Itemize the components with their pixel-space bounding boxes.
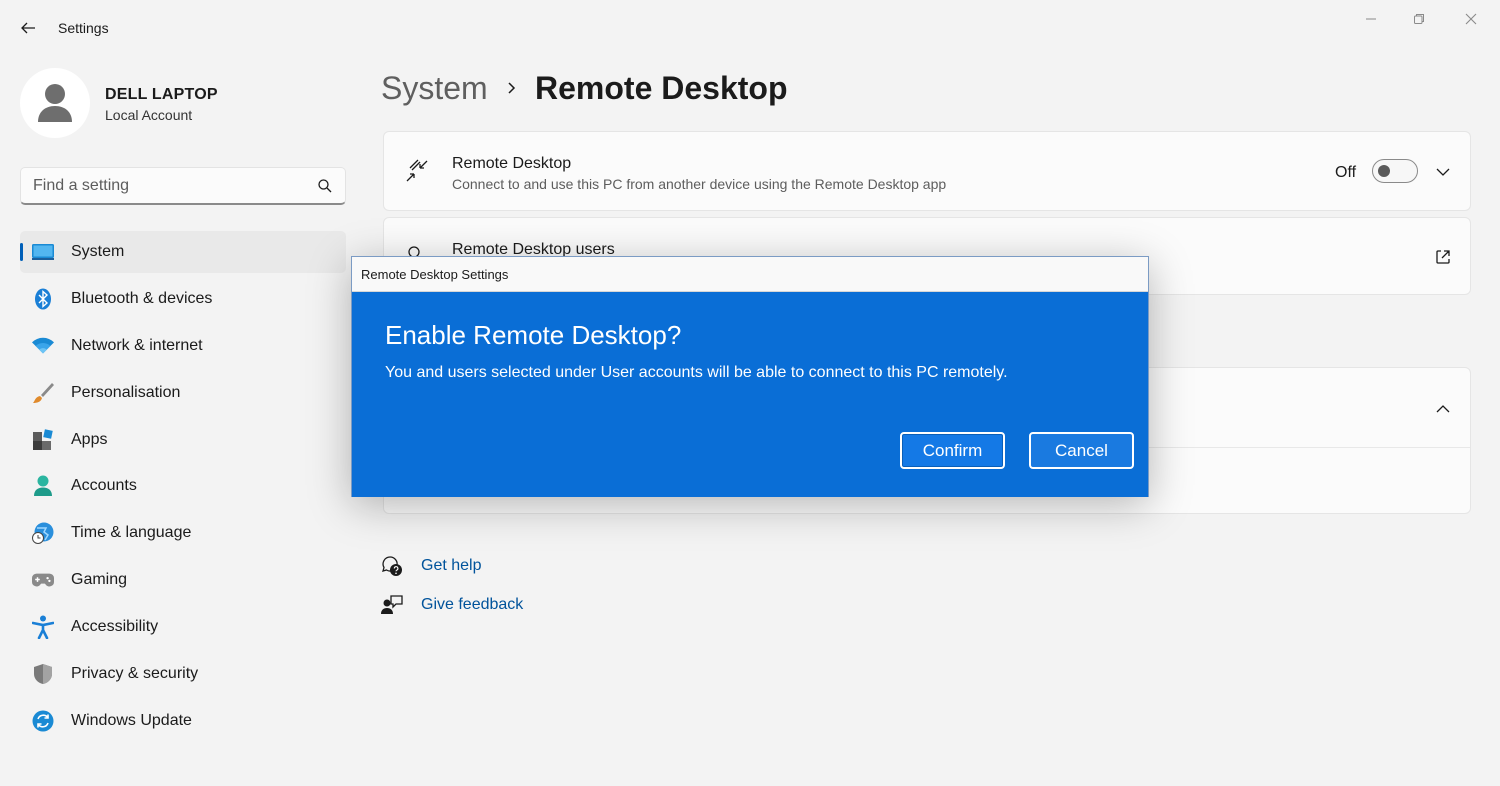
sidebar-item-network[interactable]: Network & internet — [20, 325, 346, 367]
sidebar-item-label: Gaming — [71, 571, 128, 589]
sidebar-item-label: Windows Update — [71, 711, 192, 729]
apps-icon — [32, 428, 54, 451]
toggle-state-label: Off — [1335, 164, 1357, 181]
sidebar-item-bluetooth[interactable]: Bluetooth & devices — [20, 278, 346, 320]
minimize-icon — [1366, 18, 1376, 20]
remote-desktop-description: Connect to and use this PC from another … — [452, 176, 947, 192]
sidebar-item-windows-update[interactable]: Windows Update — [20, 700, 346, 742]
sidebar-item-accounts[interactable]: Accounts — [20, 465, 346, 507]
sidebar-item-label: Time & language — [71, 524, 192, 542]
profile-name: DELL LAPTOP — [105, 86, 218, 103]
sidebar-item-label: Bluetooth & devices — [71, 289, 213, 307]
cancel-button[interactable]: Cancel — [1029, 432, 1134, 469]
sidebar-item-privacy-security[interactable]: Privacy & security — [20, 653, 346, 695]
give-feedback-link[interactable]: Give feedback — [381, 593, 523, 617]
sidebar-nav: System Bluetooth & devices Network & int… — [20, 231, 346, 747]
sidebar-item-label: Accounts — [71, 477, 137, 495]
person-icon — [32, 475, 54, 497]
confirm-button[interactable]: Confirm — [900, 432, 1005, 469]
sidebar-item-personalisation[interactable]: Personalisation — [20, 372, 346, 414]
remote-desktop-card: Remote Desktop Connect to and use this P… — [383, 131, 1471, 211]
profile-account-type: Local Account — [105, 107, 193, 123]
dialog-message: You and users selected under User accoun… — [385, 364, 1008, 381]
system-monitor-icon — [32, 241, 54, 263]
shield-icon — [32, 663, 54, 685]
sidebar-item-time-language[interactable]: Time & language — [20, 512, 346, 554]
chevron-right-icon — [508, 82, 516, 94]
wifi-icon — [32, 335, 54, 357]
accessibility-icon — [32, 615, 54, 640]
sidebar-item-apps[interactable]: Apps — [20, 419, 346, 461]
update-icon — [32, 710, 54, 732]
open-external-icon[interactable] — [1434, 248, 1452, 266]
sidebar-item-accessibility[interactable]: Accessibility — [20, 606, 346, 648]
title-bar: Settings — [0, 0, 1500, 56]
sidebar-item-system[interactable]: System — [20, 231, 346, 273]
back-arrow-icon — [21, 22, 35, 34]
back-button[interactable] — [14, 14, 42, 42]
help-chat-icon — [382, 556, 402, 576]
close-icon — [1465, 13, 1477, 25]
sidebar-item-label: Network & internet — [71, 336, 203, 354]
remote-desktop-toggle[interactable] — [1372, 159, 1418, 183]
person-avatar-icon — [38, 84, 72, 122]
page-title: Remote Desktop — [535, 70, 788, 106]
get-help-link[interactable]: Get help — [381, 554, 481, 578]
gamepad-icon — [32, 569, 54, 591]
paintbrush-icon — [32, 382, 54, 404]
chevron-up-icon[interactable] — [1434, 400, 1452, 418]
sidebar-item-label: Personalisation — [71, 383, 181, 401]
feedback-icon — [381, 595, 403, 614]
sidebar-item-label: Accessibility — [71, 618, 159, 636]
avatar[interactable] — [20, 68, 90, 138]
sidebar-item-label: System — [71, 243, 125, 260]
search-icon[interactable] — [317, 178, 333, 194]
dialog-body: Enable Remote Desktop? You and users sel… — [352, 292, 1148, 497]
give-feedback-label: Give feedback — [421, 596, 524, 613]
remote-desktop-settings-dialog: Remote Desktop Settings Enable Remote De… — [351, 256, 1149, 497]
app-title: Settings — [58, 20, 109, 36]
restore-icon — [1414, 14, 1424, 24]
bluetooth-icon — [32, 288, 54, 310]
get-help-label: Get help — [421, 557, 482, 574]
toggle-knob — [1378, 165, 1390, 177]
remote-desktop-title: Remote Desktop — [452, 155, 572, 172]
maximize-button[interactable] — [1396, 6, 1442, 32]
sidebar-item-label: Privacy & security — [71, 665, 199, 683]
minimize-button[interactable] — [1348, 6, 1394, 32]
search-box[interactable] — [20, 167, 346, 205]
dialog-title-bar[interactable]: Remote Desktop Settings — [352, 257, 1148, 292]
remote-desktop-icon — [406, 159, 428, 182]
close-button[interactable] — [1448, 6, 1494, 32]
breadcrumb-parent[interactable]: System — [381, 70, 488, 107]
dialog-title: Remote Desktop Settings — [361, 267, 509, 282]
sidebar-item-label: Apps — [71, 430, 108, 448]
dialog-heading: Enable Remote Desktop? — [385, 320, 682, 350]
sidebar-item-gaming[interactable]: Gaming — [20, 559, 346, 601]
chevron-down-icon[interactable] — [1434, 163, 1452, 181]
search-input[interactable] — [33, 176, 313, 196]
globe-clock-icon — [32, 522, 54, 545]
